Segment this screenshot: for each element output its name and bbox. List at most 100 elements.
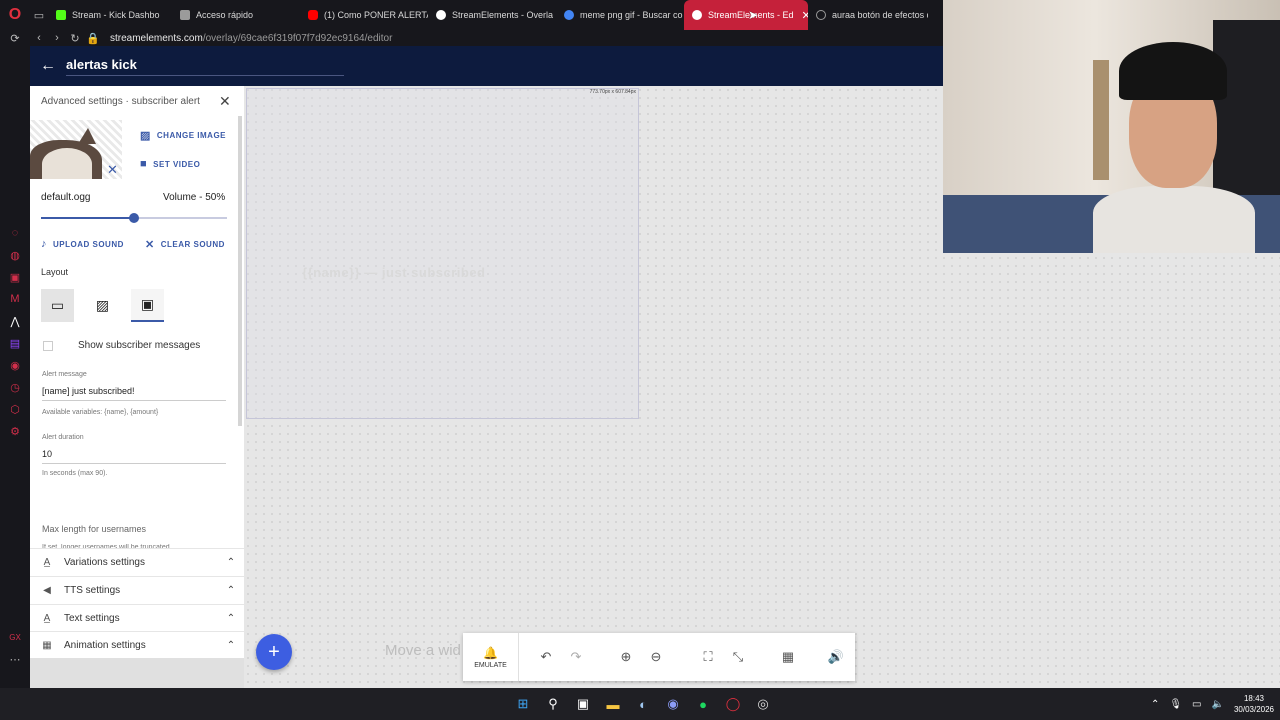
sidebar-mail-icon[interactable]: M bbox=[0, 288, 30, 310]
spotify-icon[interactable]: ● bbox=[692, 693, 714, 715]
zoom-in-button[interactable]: ⊕ bbox=[611, 633, 641, 681]
tray-chevron-icon[interactable]: ⌃ bbox=[1151, 699, 1159, 710]
chevron-up-icon[interactable]: ⌃ bbox=[218, 613, 244, 624]
duration-hint: In seconds (max 90). bbox=[42, 470, 108, 477]
forward-icon[interactable]: › bbox=[48, 32, 66, 44]
add-widget-button[interactable]: + bbox=[256, 634, 292, 670]
chevron-up-icon[interactable]: ⌃ bbox=[218, 585, 244, 596]
sidebar-more-icon[interactable]: ⋯ bbox=[0, 648, 30, 670]
sidebar-instagram-icon[interactable]: ▣ bbox=[0, 266, 30, 288]
volume-icon: 🔊 bbox=[827, 649, 845, 664]
windows-start-icon[interactable]: ⊞ bbox=[512, 693, 534, 715]
url-host: streamelements.com bbox=[110, 32, 203, 44]
webcam-shelf bbox=[1093, 60, 1109, 180]
close-icon[interactable]: ✕ bbox=[219, 93, 231, 110]
tab-streamelements-editor[interactable]: StreamElements - Ed ✕ bbox=[684, 0, 808, 30]
discord-icon[interactable]: ◉ bbox=[662, 693, 684, 715]
undo-button[interactable]: ↶ bbox=[531, 633, 561, 681]
variables-hint: Available variables: {name}, {amount} bbox=[42, 409, 159, 416]
clear-sound-label: CLEAR SOUND bbox=[160, 240, 225, 249]
change-image-button[interactable]: ▨ CHANGE IMAGE bbox=[140, 129, 226, 142]
set-video-button[interactable]: ■ SET VIDEO bbox=[140, 158, 200, 170]
opera-gx-icon[interactable]: ◯ bbox=[722, 693, 744, 715]
url-field[interactable]: streamelements.com/overlay/69cae6f319f07… bbox=[110, 33, 392, 44]
move-widget-hint: Move a wid bbox=[385, 642, 461, 659]
layout-image-above-button[interactable]: ▭ bbox=[41, 289, 74, 322]
system-clock[interactable]: 18:43 30/03/2026 bbox=[1234, 693, 1274, 715]
layout-image-left-button[interactable]: ▨ bbox=[86, 289, 119, 322]
chevron-up-icon[interactable]: ⌃ bbox=[218, 640, 244, 651]
lock-icon: 🔒 bbox=[86, 32, 100, 45]
show-messages-checkbox[interactable] bbox=[43, 341, 53, 351]
file-explorer-icon[interactable]: ▬ bbox=[602, 693, 624, 715]
volume-tray-icon[interactable]: 🔈 bbox=[1212, 699, 1224, 710]
network-icon[interactable]: ▭ bbox=[1192, 699, 1201, 710]
tab-kick-dashboard[interactable]: Stream - Kick Dashbo bbox=[48, 0, 172, 30]
tab-acceso-rapido[interactable]: Acceso rápido bbox=[172, 0, 300, 30]
obs-icon[interactable]: ◎ bbox=[752, 693, 774, 715]
tab-google-search[interactable]: meme png gif - Buscar co bbox=[556, 0, 684, 30]
sidebar-aria-icon[interactable]: ◌ bbox=[0, 222, 30, 244]
panel-scrollbar[interactable] bbox=[238, 116, 242, 426]
task-view-icon[interactable]: ▣ bbox=[572, 693, 594, 715]
sidebar-settings-icon[interactable]: ⚙ bbox=[0, 420, 30, 442]
fullscreen-button[interactable]: ⛶ bbox=[693, 633, 723, 681]
sidebar-history-icon[interactable]: ◷ bbox=[0, 376, 30, 398]
tab-youtube[interactable]: (1) Como PONER ALERTA bbox=[300, 0, 428, 30]
upload-sound-button[interactable]: ♪ UPLOAD SOUND bbox=[41, 238, 124, 250]
reload-icon[interactable]: ↻ bbox=[66, 32, 84, 45]
music-note-icon: ♪ bbox=[41, 238, 47, 250]
search-icon[interactable]: ⚲ bbox=[542, 693, 564, 715]
sidebar-messenger-icon[interactable]: ◍ bbox=[0, 244, 30, 266]
advanced-settings-panel: Advanced settings · subscriber alert ✕ ✕… bbox=[30, 86, 244, 688]
text-settings-section[interactable]: A̲ Text settings ⌃ bbox=[30, 604, 244, 631]
sidebar-gx-icon[interactable]: GX bbox=[0, 626, 30, 648]
steam-icon[interactable]: ◐ bbox=[632, 693, 654, 715]
alert-message-label: Alert message bbox=[42, 371, 87, 378]
tab-streamelements-overlays[interactable]: StreamElements - Overla bbox=[428, 0, 556, 30]
layout-above-icon: ▭ bbox=[50, 297, 65, 313]
sound-toggle-button[interactable]: 🔊 bbox=[821, 633, 851, 681]
microphone-icon[interactable]: 🎙 bbox=[1169, 699, 1182, 710]
streamelements-favicon-icon bbox=[436, 10, 446, 20]
upload-sound-label: UPLOAD SOUND bbox=[53, 239, 124, 249]
sidebar-kick-icon[interactable]: ⋀ bbox=[0, 310, 30, 332]
alert-duration-input[interactable]: 10 bbox=[42, 449, 226, 464]
editor-toolbar: 🔔 EMULATE ↶ ↷ ⊕ ⊖ ⛶ ⤡ ▦ 🔊 bbox=[463, 633, 855, 681]
sync-icon[interactable]: ⟳ bbox=[0, 32, 30, 45]
redo-button[interactable]: ↷ bbox=[561, 633, 591, 681]
clear-icon: ✕ bbox=[145, 239, 155, 251]
bell-icon: 🔔 bbox=[483, 645, 498, 660]
fit-screen-button[interactable]: ⤡ bbox=[723, 633, 753, 681]
tab-overview-icon[interactable]: ▭ bbox=[30, 9, 48, 22]
chevron-up-icon[interactable]: ⌃ bbox=[218, 557, 244, 568]
variations-settings-section[interactable]: A̲ Variations settings ⌃ bbox=[30, 548, 244, 575]
section-label: Variations settings bbox=[64, 556, 145, 568]
opera-logo-icon[interactable]: O bbox=[0, 0, 30, 30]
grid-toggle-button[interactable]: ▦ bbox=[773, 633, 803, 681]
webcam-overlay bbox=[943, 0, 1280, 253]
back-arrow-icon[interactable]: ← bbox=[40, 57, 56, 75]
volume-slider[interactable] bbox=[41, 213, 227, 223]
tab-auraa[interactable]: auraa botón de efectos d bbox=[808, 0, 928, 30]
alert-message-input[interactable]: [name] just subscribed! bbox=[42, 386, 226, 401]
sidebar-player-icon[interactable]: ◉ bbox=[0, 354, 30, 376]
layout-text-over-image-button[interactable]: ▣ bbox=[131, 289, 164, 322]
overlay-title-input[interactable]: alertas kick bbox=[66, 57, 344, 76]
remove-image-icon[interactable]: ✕ bbox=[107, 162, 118, 178]
sidebar-twitch-icon[interactable]: ▤ bbox=[0, 332, 30, 354]
change-image-label: CHANGE IMAGE bbox=[156, 131, 227, 140]
tts-settings-section[interactable]: ◀ TTS settings ⌃ bbox=[30, 576, 244, 603]
youtube-favicon-icon bbox=[308, 10, 318, 20]
widget-size-label: 773.70px x 607.84px bbox=[589, 89, 636, 95]
volume-slider-knob[interactable] bbox=[129, 213, 139, 223]
back-icon[interactable]: ‹ bbox=[30, 32, 48, 44]
clear-sound-button[interactable]: ✕ CLEAR SOUND bbox=[145, 238, 225, 251]
sidebar-extensions-icon[interactable]: ⬡ bbox=[0, 398, 30, 420]
emulate-button[interactable]: 🔔 EMULATE bbox=[463, 633, 518, 681]
taskbar-apps: ⊞ ⚲ ▣ ▬ ◐ ◉ ● ◯ ◎ bbox=[512, 688, 774, 720]
animation-settings-section[interactable]: ▦ Animation settings ⌃ bbox=[30, 631, 244, 658]
alert-widget-box[interactable]: 773.70px x 607.84px {{name}} — just subs… bbox=[246, 88, 639, 419]
zoom-out-button[interactable]: ⊖ bbox=[641, 633, 671, 681]
